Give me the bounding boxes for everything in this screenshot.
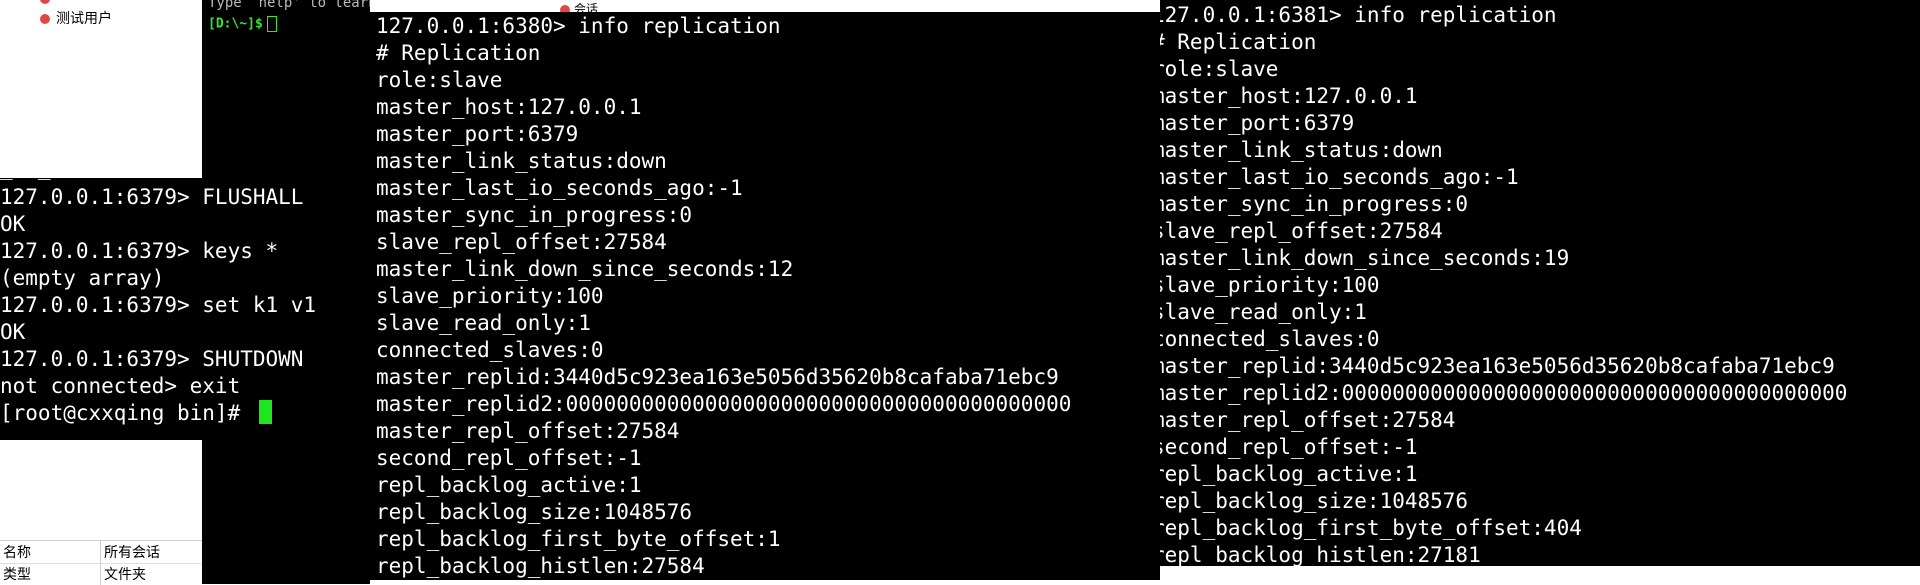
terminal-line: 127.0.0.1:6379> SHUTDOWN [0, 347, 304, 371]
terminal-line: master_repl_offset:27584 [376, 419, 680, 443]
terminal-line: master_link_down_since_seconds:12 [376, 257, 794, 281]
terminal-line-partial: _ _ [0, 178, 51, 182]
terminal-line: master_replid:3440d5c923ea163e5056d35620… [1160, 354, 1835, 378]
terminal-line: master_port:6379 [1160, 111, 1355, 135]
terminal-line: master_repl_offset:27584 [1160, 408, 1456, 432]
shell-hint: Type `help' to learn how to use Xshell [208, 0, 370, 11]
session-icon [40, 0, 50, 5]
tree-item-label: 测试用户 [56, 10, 112, 26]
terminal-line: repl_backlog_size:1048576 [1160, 489, 1469, 513]
property-row: 类型 文件夹 [0, 563, 202, 585]
terminal-line: connected_slaves:0 [376, 338, 604, 362]
terminal-line: 127.0.0.1:6379> keys * [0, 239, 279, 263]
terminal-line: OK [0, 320, 26, 344]
local-prompt-text: [D:\~]$ [208, 16, 263, 32]
terminal-line: repl_backlog_histlen:27584 [376, 554, 705, 578]
terminal-line: 127.0.0.1:6379> FLUSHALL [0, 185, 304, 209]
properties-pane: 名称 所有会话 类型 文件夹 [0, 540, 202, 585]
terminal-line: 127.0.0.1:6381> info replication [1160, 3, 1557, 27]
terminal-line: repl_backlog_active:1 [1160, 462, 1418, 486]
terminal-line: master_sync_in_progress:0 [376, 203, 693, 227]
tree-item-test-user[interactable]: 测试用户 [40, 8, 112, 28]
terminal-line: master_host:127.0.0.1 [1160, 84, 1418, 108]
terminal-line: slave_repl_offset:27584 [376, 230, 667, 254]
terminal-line: master_link_down_since_seconds:19 [1160, 246, 1570, 270]
terminal-cursor [258, 400, 272, 424]
terminal-line: # Replication [376, 41, 541, 65]
terminal-line: master_link_status:down [1160, 138, 1443, 162]
terminal-line: master_link_status:down [376, 149, 667, 173]
terminal-line: slave_priority:100 [1160, 273, 1380, 297]
terminal-output: 127.0.0.1:6380> info replication # Replic… [376, 13, 1071, 580]
terminal-line: master_sync_in_progress:0 [1160, 192, 1469, 216]
slave-terminal-6380[interactable]: 127.0.0.1:6380> info replication # Replic… [370, 12, 1160, 580]
slave-terminal-6381[interactable]: 127.0.0.1:6381> info replication # Replic… [1160, 0, 1920, 566]
property-name: 名称 [3, 544, 31, 560]
property-value: 文件夹 [104, 566, 146, 582]
terminal-line: master_host:127.0.0.1 [376, 95, 642, 119]
local-prompt: [D:\~]$ [208, 16, 277, 32]
terminal-line: master_last_io_seconds_ago:-1 [376, 176, 743, 200]
terminal-prompt-line: [root@cxxqing bin]# [0, 400, 316, 427]
master-terminal-6379[interactable]: _ _ 127.0.0.1:6379> FLUSHALL OK 127.0.0.… [0, 178, 370, 440]
terminal-line: connected_slaves:0 [1160, 327, 1380, 351]
terminal-line: master_replid2:0000000000000000000000000… [1160, 381, 1848, 405]
property-row: 名称 所有会话 [0, 541, 202, 564]
session-icon [40, 14, 50, 25]
terminal-line: 127.0.0.1:6380> info replication [376, 14, 781, 38]
terminal-line: master_port:6379 [376, 122, 579, 146]
terminal-line: role:slave [376, 68, 503, 92]
terminal-line: master_replid:3440d5c923ea163e5056d35620… [376, 365, 1059, 389]
shell-prompt: [root@cxxqing bin]# [0, 401, 253, 425]
terminal-line: repl_backlog_first_byte_offset:1 [376, 527, 781, 551]
terminal-output: 127.0.0.1:6381> info replication # Replic… [1160, 2, 1847, 566]
terminal-line: second_repl_offset:-1 [1160, 435, 1418, 459]
terminal-line: OK [0, 212, 26, 236]
terminal-line: not connected> exit [0, 374, 241, 398]
session-tree: 测试用户 [0, 0, 202, 178]
property-name: 类型 [3, 566, 31, 582]
terminal-line: # Replication [1160, 30, 1317, 54]
terminal-line: second_repl_offset:-1 [376, 446, 642, 470]
terminal-line: master_last_io_seconds_ago:-1 [1160, 165, 1519, 189]
terminal-line: master_replid2:0000000000000000000000000… [376, 392, 1072, 416]
terminal-line: repl_backlog_first_byte_offset:404 [1160, 516, 1582, 540]
terminal-line: slave_priority:100 [376, 284, 604, 308]
terminal-line: 127.0.0.1:6379> set k1 v1 [0, 293, 317, 317]
terminal-line: slave_repl_offset:27584 [1160, 219, 1443, 243]
terminal-line: role:slave [1160, 57, 1279, 81]
text-cursor [266, 16, 277, 32]
terminal-line: slave_read_only:1 [1160, 300, 1367, 324]
terminal-line: repl_backlog_histlen:27181 [1160, 543, 1481, 566]
terminal-line: (empty array) [0, 266, 165, 290]
terminal-line: slave_read_only:1 [376, 311, 591, 335]
property-value: 所有会话 [104, 544, 160, 560]
tree-item-partial[interactable] [40, 0, 56, 6]
terminal-line: repl_backlog_size:1048576 [376, 500, 693, 524]
terminal-line: repl_backlog_active:1 [376, 473, 642, 497]
